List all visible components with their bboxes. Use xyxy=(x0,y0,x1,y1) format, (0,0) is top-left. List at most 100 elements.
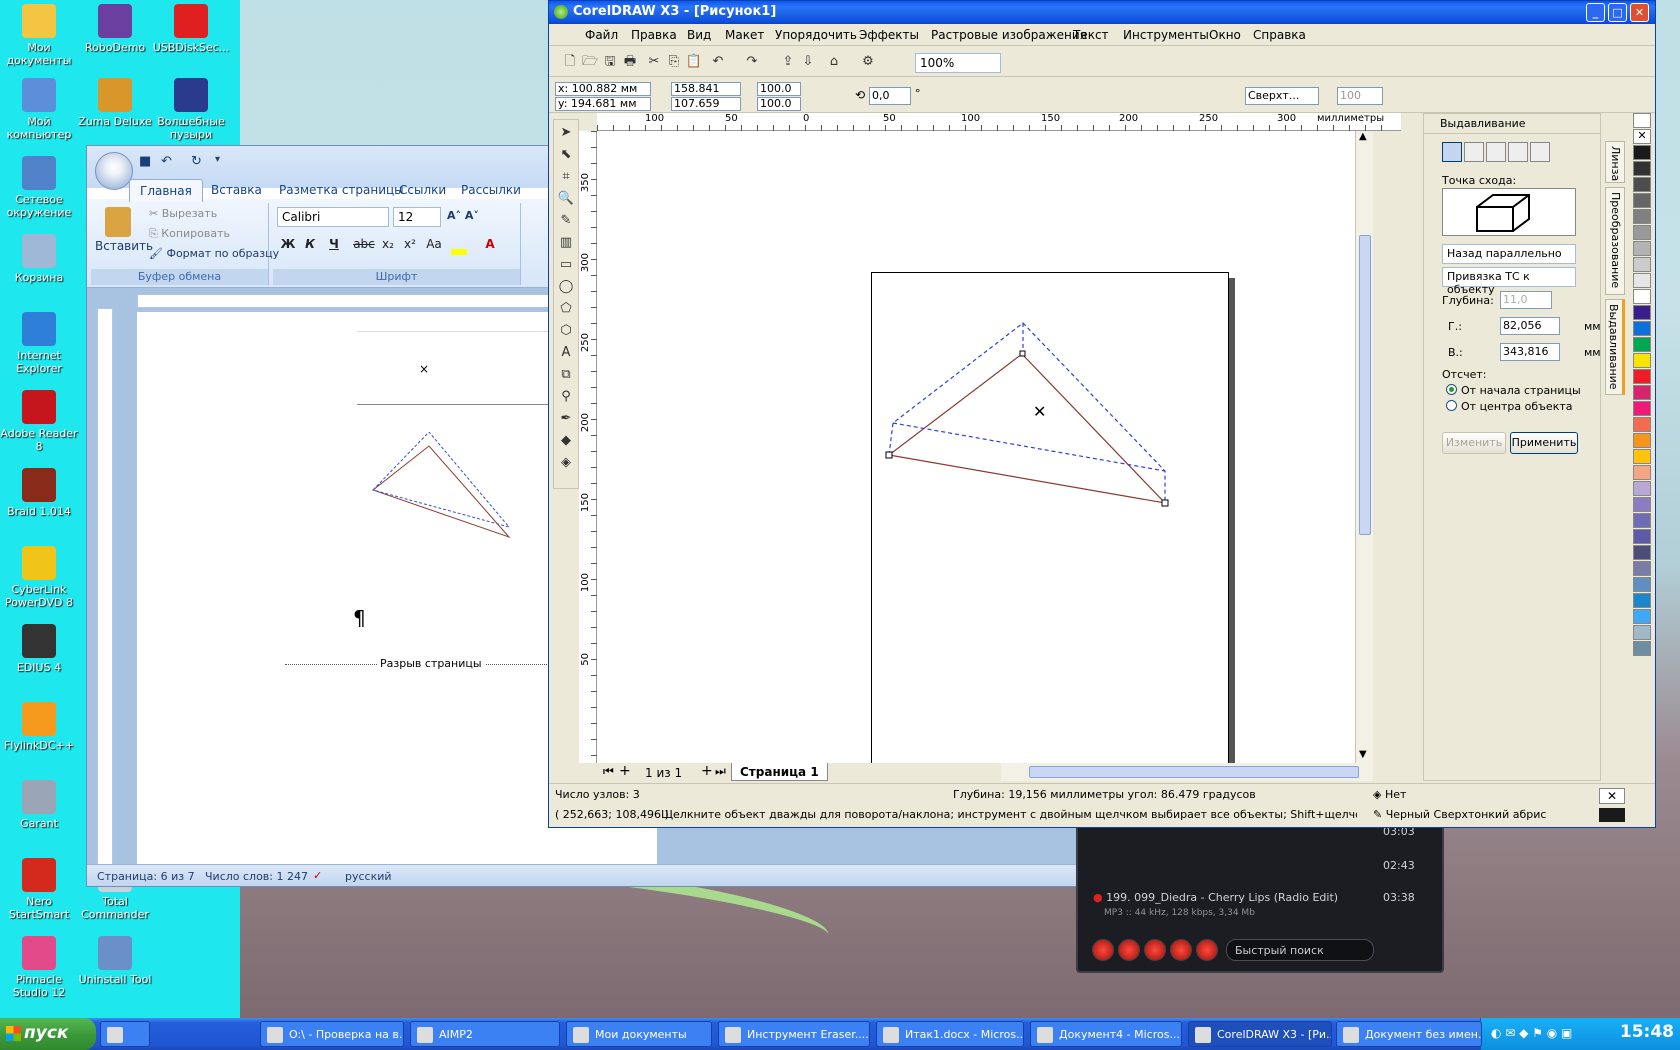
undo-icon[interactable]: ↶ xyxy=(161,154,179,172)
first-page-icon[interactable]: ⏮ xyxy=(603,764,614,779)
maximize-button[interactable]: □ xyxy=(1608,3,1627,22)
taskbar-button[interactable]: O:\ - Проверка на в... xyxy=(260,1021,404,1047)
docker-side-tab[interactable]: Выдавливание xyxy=(1605,299,1625,395)
palette-swatch[interactable] xyxy=(1633,113,1651,128)
origin-page-radio[interactable]: От начала страницы xyxy=(1446,384,1581,397)
desktop-icon[interactable]: Garant xyxy=(0,780,78,830)
angle-field[interactable]: 0,0 xyxy=(869,87,911,105)
origin-object-radio[interactable]: От центра объекта xyxy=(1446,400,1572,413)
docker-side-tab[interactable]: Преобразование xyxy=(1605,187,1625,295)
save-icon[interactable]: 🖫 xyxy=(601,53,619,71)
pos-x-field[interactable]: x: 100.882 мм xyxy=(555,82,651,96)
h-field[interactable]: 82,056 xyxy=(1500,317,1560,335)
palette-swatch[interactable] xyxy=(1633,273,1651,288)
zoom-tool-icon[interactable]: 🔍 xyxy=(557,190,575,208)
corel-vertical-ruler[interactable]: 350 300 250 200 150 100 50 xyxy=(579,131,597,763)
menu-item[interactable]: Окно xyxy=(1209,28,1241,42)
word-tab[interactable]: Главная xyxy=(129,179,203,202)
extrude-type-select[interactable]: Назад параллельно xyxy=(1442,244,1576,264)
menu-item[interactable]: Справка xyxy=(1253,28,1306,42)
menu-item[interactable]: Инструменты xyxy=(1123,28,1209,42)
interactive-tool-icon[interactable]: ⧉ xyxy=(557,366,575,384)
palette-swatch[interactable] xyxy=(1633,433,1651,448)
docker-side-tab[interactable]: Линза xyxy=(1605,141,1625,183)
palette-swatch[interactable] xyxy=(1633,449,1651,464)
taskbar-button[interactable]: Документ без имен... xyxy=(1336,1021,1482,1047)
outline-tool-icon[interactable]: ✒ xyxy=(557,410,575,428)
vp-lock-select[interactable]: Привязка ТС к объекту xyxy=(1442,267,1576,296)
undo-icon[interactable]: ↶ xyxy=(709,53,727,71)
desktop-icon[interactable]: Корзина xyxy=(0,234,78,284)
taskbar-button[interactable] xyxy=(100,1021,150,1047)
status-language[interactable]: русский xyxy=(345,870,392,883)
palette-swatch[interactable] xyxy=(1633,369,1651,384)
taskbar-button[interactable]: Мои документы xyxy=(566,1021,712,1047)
menu-item[interactable]: Вид xyxy=(687,28,711,42)
palette-swatch[interactable] xyxy=(1633,513,1651,528)
palette-swatch[interactable] xyxy=(1633,225,1651,240)
hscroll-thumb[interactable] xyxy=(1029,766,1359,778)
minimize-button[interactable]: _ xyxy=(1586,3,1605,22)
taskbar-button[interactable]: Итак1.docx - Micros... xyxy=(876,1021,1024,1047)
highlight-icon[interactable] xyxy=(451,249,467,255)
palette-swatch[interactable]: ✕ xyxy=(1633,129,1651,144)
subscript-button[interactable]: x₂ xyxy=(377,233,399,255)
pos-y-field[interactable]: y: 194.681 мм xyxy=(555,97,651,111)
aimp-prev-icon[interactable] xyxy=(1092,939,1114,961)
add-page-before-icon[interactable]: + xyxy=(619,763,631,779)
aimp-play-icon[interactable] xyxy=(1144,939,1166,961)
redo-icon[interactable]: ↷ xyxy=(743,53,761,71)
start-button[interactable]: пуск xyxy=(0,1018,96,1050)
palette-swatch[interactable] xyxy=(1633,545,1651,560)
spellcheck-icon[interactable]: ✓ xyxy=(313,869,322,882)
taskbar-button[interactable]: Документ4 - Micros... xyxy=(1030,1021,1182,1047)
palette-swatch[interactable] xyxy=(1633,289,1651,304)
status-page[interactable]: Страница: 6 из 7 xyxy=(97,870,195,883)
palette-swatch[interactable] xyxy=(1633,241,1651,256)
aimp-track-row[interactable]: ● 199. 099_Diedra - Cherry Lips (Radio E… xyxy=(1093,891,1338,904)
menu-item[interactable]: Макет xyxy=(725,28,764,42)
word-vertical-ruler[interactable] xyxy=(97,308,113,868)
palette-swatch[interactable] xyxy=(1633,401,1651,416)
menu-item[interactable]: Упорядочить xyxy=(775,28,857,42)
desktop-icon[interactable]: Uninstall Tool xyxy=(76,936,154,986)
width-field[interactable]: 158.841 мм xyxy=(671,82,741,107)
crop-tool-icon[interactable]: ⌗ xyxy=(557,168,575,186)
palette-swatch[interactable] xyxy=(1633,257,1651,272)
v-field[interactable]: 343,816 xyxy=(1500,343,1560,361)
bold-button[interactable]: Ж xyxy=(277,233,299,255)
add-page-after-icon[interactable]: + xyxy=(701,763,713,779)
open-icon[interactable]: 🗁 xyxy=(581,53,599,71)
qat-customize-icon[interactable]: ▾ xyxy=(215,154,233,172)
word-tab[interactable]: Ссылки xyxy=(389,179,456,201)
apply-button[interactable]: Применить xyxy=(1510,432,1578,454)
import-icon[interactable]: ⇪ xyxy=(779,53,797,71)
rectangle-tool-icon[interactable]: ▭ xyxy=(557,256,575,274)
change-case-button[interactable]: Aa xyxy=(423,233,445,255)
italic-button[interactable]: К xyxy=(299,233,321,255)
desktop-icon[interactable]: Internet Explorer xyxy=(0,312,78,375)
extrude-light-icon[interactable] xyxy=(1486,142,1506,162)
paste-icon[interactable]: 📋 xyxy=(685,53,703,71)
opacity-field[interactable]: 100 xyxy=(1337,87,1383,105)
new-icon[interactable]: 🗋 xyxy=(561,53,579,71)
menu-item[interactable]: Текст xyxy=(1073,28,1109,42)
extrude-camera-icon[interactable] xyxy=(1442,142,1462,162)
paste-button[interactable]: Вставить xyxy=(95,239,153,253)
copy-icon[interactable]: ⎘ xyxy=(665,53,683,71)
tray-icons[interactable]: ◐ ✉ ◆ ⚑ ◉ ▣ xyxy=(1491,1026,1572,1040)
palette-swatch[interactable] xyxy=(1633,465,1651,480)
palette-swatch[interactable] xyxy=(1633,145,1651,160)
basic-shapes-icon[interactable]: ⬡ xyxy=(557,322,575,340)
export-icon[interactable]: ⇩ xyxy=(799,53,817,71)
clock[interactable]: 15:48 xyxy=(1620,1022,1674,1042)
palette-swatch[interactable] xyxy=(1633,481,1651,496)
menu-item[interactable]: Файл xyxy=(585,28,618,42)
zoom-select[interactable]: 100% xyxy=(915,53,1001,73)
interactive-fill-icon[interactable]: ◈ xyxy=(557,454,575,472)
shape-tool-icon[interactable]: ⬉ xyxy=(557,146,575,164)
desktop-icon[interactable]: Nero StartSmart xyxy=(0,858,78,921)
last-page-icon[interactable]: ⏭ xyxy=(715,764,726,779)
desktop-icon[interactable]: RoboDemo xyxy=(76,4,154,54)
cut-icon[interactable]: ✂ xyxy=(645,53,663,71)
